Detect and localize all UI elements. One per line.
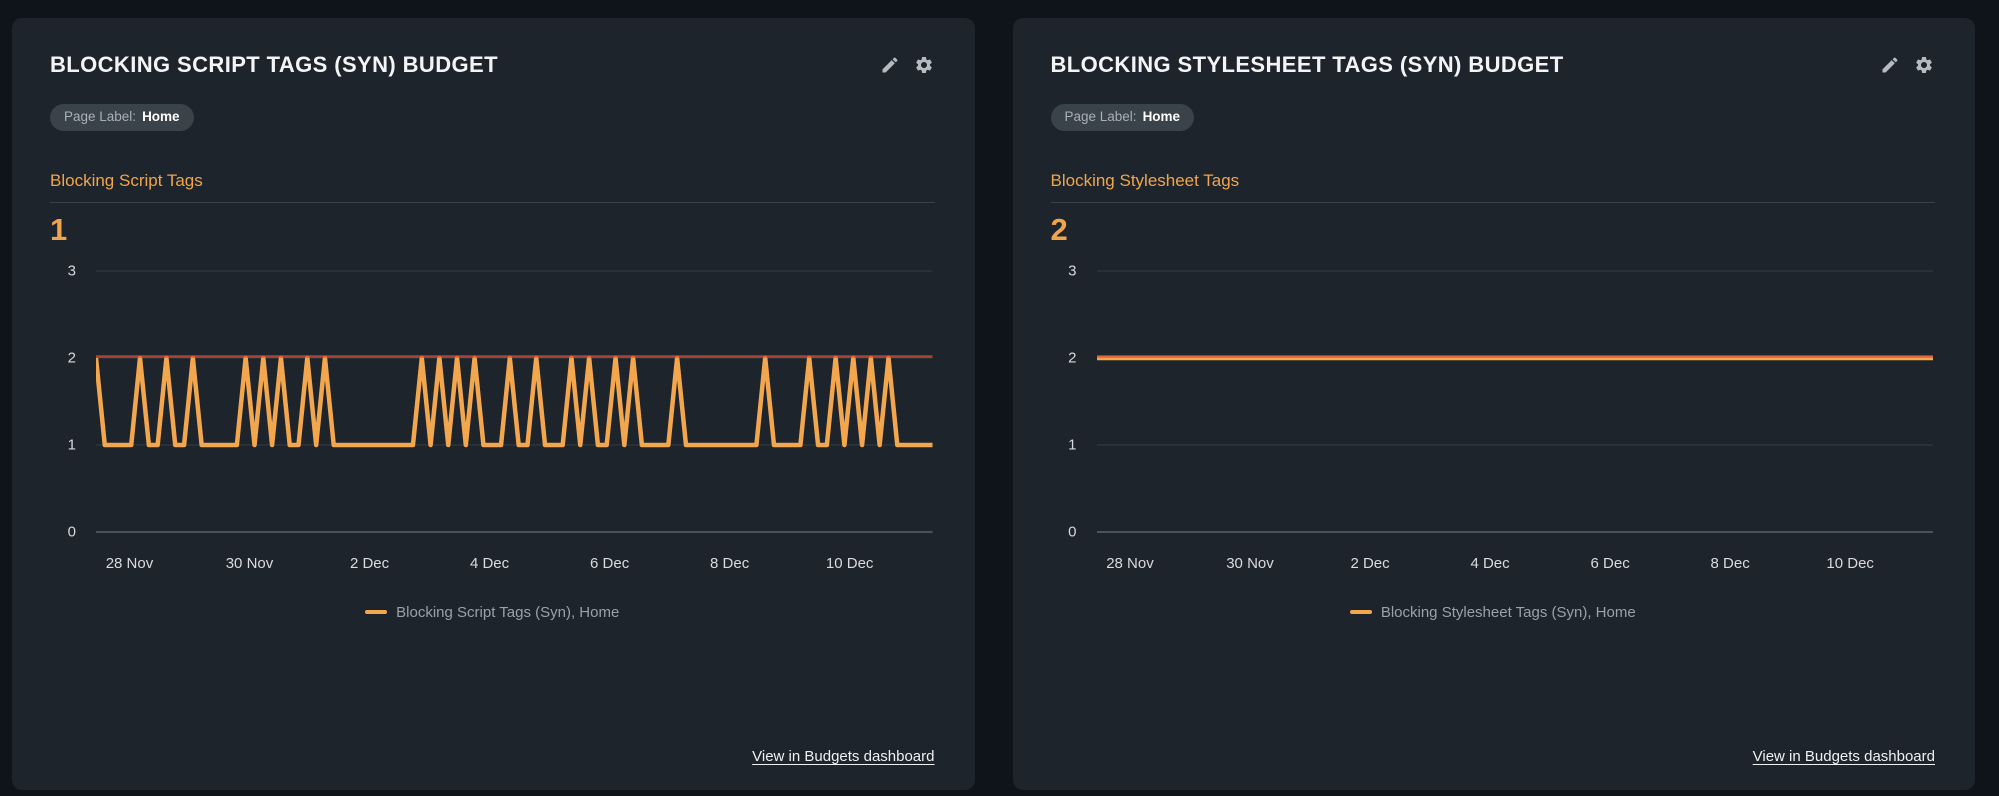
badge-value: Home xyxy=(142,110,180,124)
settings-budget-button[interactable] xyxy=(913,54,935,76)
y-axis-label: 2 xyxy=(50,349,76,366)
y-axis-label: 0 xyxy=(1051,523,1077,540)
badge-label: Page Label: xyxy=(64,110,136,124)
metric-current-value: 2 xyxy=(1051,212,1936,248)
y-axis-label: 1 xyxy=(50,436,76,453)
legend-series-label: Blocking Stylesheet Tags (Syn), Home xyxy=(1381,604,1636,621)
x-axis-label: 6 Dec xyxy=(590,555,629,572)
legend-series-swatch xyxy=(365,610,387,614)
x-axis-label: 30 Nov xyxy=(1226,555,1274,572)
y-axis-label: 1 xyxy=(1051,436,1077,453)
metric-name: Blocking Stylesheet Tags xyxy=(1051,171,1936,203)
x-axis: 28 Nov 30 Nov 2 Dec 4 Dec 6 Dec 8 Dec 10 Dec xyxy=(1097,542,1934,580)
card-header: BLOCKING SCRIPT TAGS (SYN) BUDGET xyxy=(50,52,935,77)
card-actions xyxy=(1879,54,1935,76)
page-label-badge: Page Label: Home xyxy=(1051,104,1195,131)
settings-budget-button[interactable] xyxy=(1913,54,1935,76)
chart-plot-area[interactable] xyxy=(1097,262,1934,542)
budget-card-blocking-stylesheet-tags: BLOCKING STYLESHEET TAGS (SYN) BUDGET Pa… xyxy=(1013,18,1976,790)
card-actions xyxy=(879,54,935,76)
pencil-icon xyxy=(1880,55,1900,75)
card-title: BLOCKING SCRIPT TAGS (SYN) BUDGET xyxy=(50,52,498,77)
gear-icon xyxy=(914,55,934,75)
x-axis-label: 2 Dec xyxy=(350,555,389,572)
badge-label: Page Label: xyxy=(1065,110,1137,124)
edit-budget-button[interactable] xyxy=(879,54,901,76)
card-footer: View in Budgets dashboard xyxy=(50,728,935,766)
x-axis-label: 30 Nov xyxy=(226,555,274,572)
x-axis-label: 10 Dec xyxy=(1826,555,1874,572)
x-axis-label: 6 Dec xyxy=(1591,555,1630,572)
x-axis-label: 28 Nov xyxy=(106,555,154,572)
legend-series-label: Blocking Script Tags (Syn), Home xyxy=(396,604,619,621)
gear-icon xyxy=(1914,55,1934,75)
chart-plot-area[interactable] xyxy=(96,262,933,542)
chart-legend: Blocking Stylesheet Tags (Syn), Home xyxy=(1051,604,1936,621)
view-in-budgets-dashboard-link[interactable]: View in Budgets dashboard xyxy=(752,748,934,765)
x-axis: 28 Nov 30 Nov 2 Dec 4 Dec 6 Dec 8 Dec 10 Dec xyxy=(96,542,933,580)
metric-current-value: 1 xyxy=(50,212,935,248)
metric-name: Blocking Script Tags xyxy=(50,171,935,203)
y-axis-label: 2 xyxy=(1051,349,1077,366)
x-axis-label: 8 Dec xyxy=(710,555,749,572)
x-axis-label: 28 Nov xyxy=(1106,555,1154,572)
view-in-budgets-dashboard-link[interactable]: View in Budgets dashboard xyxy=(1753,748,1935,765)
card-title: BLOCKING STYLESHEET TAGS (SYN) BUDGET xyxy=(1051,52,1564,77)
x-axis-label: 2 Dec xyxy=(1350,555,1389,572)
page-label-badge: Page Label: Home xyxy=(50,104,194,131)
chart-legend: Blocking Script Tags (Syn), Home xyxy=(50,604,935,621)
pencil-icon xyxy=(880,55,900,75)
x-axis-label: 4 Dec xyxy=(1470,555,1509,572)
y-axis-label: 3 xyxy=(50,262,76,279)
legend-series-swatch xyxy=(1350,610,1372,614)
edit-budget-button[interactable] xyxy=(1879,54,1901,76)
card-header: BLOCKING STYLESHEET TAGS (SYN) BUDGET xyxy=(1051,52,1936,77)
budget-chart: 0 1 2 3 xyxy=(1051,262,1936,542)
x-axis-label: 10 Dec xyxy=(826,555,874,572)
y-axis-label: 0 xyxy=(50,523,76,540)
y-axis-label: 3 xyxy=(1051,262,1077,279)
badge-value: Home xyxy=(1143,110,1181,124)
budget-chart: 0 1 2 3 xyxy=(50,262,935,542)
x-axis-label: 4 Dec xyxy=(470,555,509,572)
card-footer: View in Budgets dashboard xyxy=(1051,728,1936,766)
budget-card-blocking-script-tags: BLOCKING SCRIPT TAGS (SYN) BUDGET Page L… xyxy=(12,18,975,790)
x-axis-label: 8 Dec xyxy=(1711,555,1750,572)
